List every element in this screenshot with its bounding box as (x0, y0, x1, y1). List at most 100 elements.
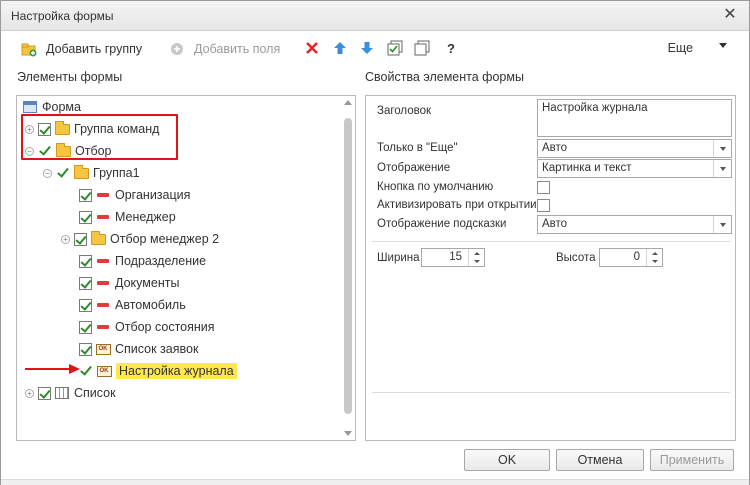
checkbox[interactable] (38, 386, 51, 400)
help-icon[interactable]: ? (443, 40, 459, 56)
move-up-icon[interactable] (332, 40, 348, 56)
cancel-button[interactable]: Отмена (556, 449, 644, 471)
tree-item-label: Менеджер (115, 210, 176, 224)
dropdown-icon[interactable] (713, 140, 731, 157)
tree-item-requests-list[interactable]: OK Список заявок (79, 339, 198, 359)
checkbox[interactable] (79, 276, 92, 290)
tree-item-label-selected: Настройка журнала (116, 363, 237, 379)
checkbox[interactable] (79, 320, 92, 334)
tree-item-manager[interactable]: Менеджер (79, 207, 176, 227)
activate-on-open-checkbox[interactable] (537, 199, 550, 212)
display-label: Отображение (377, 162, 451, 174)
checkbox[interactable] (79, 342, 92, 356)
tree-item-journal-settings[interactable]: OK Настройка журнала (79, 361, 237, 381)
properties-panel: Заголовок Настройка журнала Только в "Ещ… (365, 95, 736, 441)
form-icon (22, 99, 38, 115)
dropdown-icon[interactable] (713, 160, 731, 177)
ok-button-icon: OK (96, 363, 112, 379)
checkbox[interactable] (79, 210, 92, 224)
form-elements-header: Элементы формы (17, 70, 123, 84)
add-fields-button[interactable]: Добавить поля (169, 39, 280, 59)
check-icon[interactable] (56, 166, 70, 180)
tree-item-documents[interactable]: Документы (79, 273, 179, 293)
spin-up-icon[interactable] (652, 252, 658, 255)
dropdown-icon[interactable] (713, 216, 731, 233)
tree-item-label: Документы (115, 276, 180, 290)
apply-button[interactable]: Применить (650, 449, 734, 471)
spin-down-icon[interactable] (474, 260, 480, 263)
tree-item-filter-state[interactable]: Отбор состояния (79, 317, 215, 337)
field-icon (95, 253, 111, 269)
tree-item-label: Автомобиль (115, 298, 186, 312)
add-folder-icon (21, 41, 37, 57)
field-icon (95, 275, 111, 291)
add-circle-icon (169, 41, 185, 57)
close-icon[interactable]: ✕ (721, 6, 739, 24)
table-icon (54, 385, 70, 401)
check-all-icon[interactable] (387, 40, 403, 56)
title-bar: Настройка формы ✕ (1, 1, 749, 31)
spin-down-icon[interactable] (652, 260, 658, 263)
folder-icon (73, 164, 89, 181)
height-label: Высота (556, 252, 596, 264)
toolbar: Добавить группу Добавить поля ? Еще (1, 35, 749, 63)
scroll-down-icon[interactable] (344, 431, 352, 436)
tree-item-organization[interactable]: Организация (79, 185, 190, 205)
activate-on-open-label: Активизировать при открытии (377, 199, 537, 211)
add-fields-label: Добавить поля (194, 42, 281, 56)
width-spinner[interactable]: 15 (421, 248, 485, 267)
annotation-arrow-icon (25, 364, 80, 374)
delete-icon[interactable] (304, 40, 320, 56)
caption-field[interactable]: Настройка журнала (537, 99, 732, 137)
checkbox[interactable] (79, 188, 92, 202)
display-select[interactable]: Картинка и текст (537, 159, 732, 178)
checkbox[interactable] (74, 232, 87, 246)
tree-item-label: Список (74, 386, 116, 400)
spin-up-icon[interactable] (474, 252, 480, 255)
spinner-buttons[interactable] (646, 249, 662, 266)
tree-item-label: Список заявок (115, 342, 199, 356)
caption-label: Заголовок (377, 105, 432, 117)
field-icon (95, 187, 111, 203)
tree-scrollbar[interactable] (343, 98, 353, 438)
divider (372, 392, 730, 393)
background-strip (1, 479, 749, 485)
more-menu-button[interactable]: Еще (668, 41, 693, 55)
checkbox[interactable] (79, 254, 92, 268)
annotation-highlight-box (21, 114, 178, 160)
tree-item-division[interactable]: Подразделение (79, 251, 206, 271)
checkbox[interactable] (79, 298, 92, 312)
tree-item-label: Отбор состояния (115, 320, 215, 334)
only-more-select[interactable]: Авто (537, 139, 732, 158)
width-label: Ширина (377, 252, 420, 264)
add-group-label: Добавить группу (46, 42, 143, 56)
collapse-icon[interactable]: − (43, 168, 52, 178)
tooltip-display-select[interactable]: Авто (537, 215, 732, 234)
ok-button[interactable]: OK (464, 449, 550, 471)
default-button-label: Кнопка по умолчанию (377, 181, 494, 193)
expand-icon[interactable]: + (25, 388, 34, 398)
only-more-label: Только в "Еще" (377, 142, 458, 154)
check-icon[interactable] (79, 364, 93, 378)
folder-icon (90, 230, 106, 247)
tree-item-group1[interactable]: − Группа1 (43, 163, 140, 183)
scroll-up-icon[interactable] (344, 100, 352, 105)
move-down-icon[interactable] (359, 40, 375, 56)
tree-item-label: Отбор менеджер 2 (110, 232, 220, 246)
tooltip-display-label: Отображение подсказки (377, 218, 507, 230)
width-value: 15 (449, 251, 462, 263)
tree-item-filter-manager-2[interactable]: + Отбор менеджер 2 (61, 229, 219, 249)
ok-button-icon: OK (95, 341, 111, 357)
chevron-down-icon[interactable] (719, 43, 727, 48)
divider (372, 241, 730, 242)
scroll-thumb[interactable] (344, 118, 352, 414)
add-group-button[interactable]: Добавить группу (21, 39, 142, 59)
height-spinner[interactable]: 0 (599, 248, 663, 267)
tree-item-list[interactable]: + Список (25, 383, 116, 403)
default-button-checkbox[interactable] (537, 181, 550, 194)
tree-item-car[interactable]: Автомобиль (79, 295, 186, 315)
display-value: Картинка и текст (542, 162, 632, 174)
uncheck-all-icon[interactable] (414, 40, 430, 56)
spinner-buttons[interactable] (468, 249, 484, 266)
expand-icon[interactable]: + (61, 234, 70, 244)
